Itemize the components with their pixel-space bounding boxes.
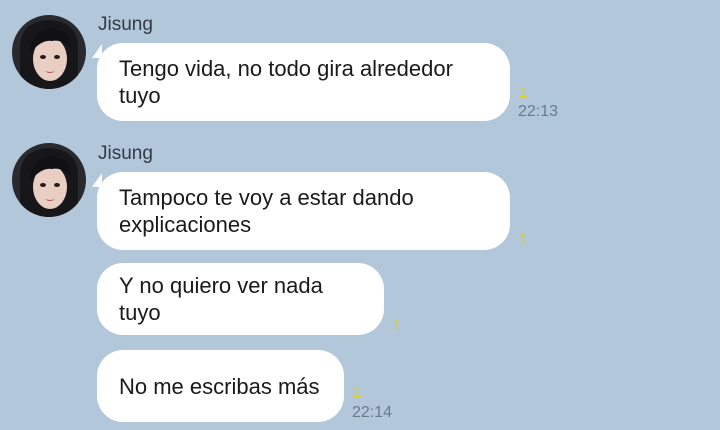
message-text: Tengo vida, no todo gira alrededor tuyo — [119, 56, 453, 108]
message-time: 22:13 — [518, 103, 559, 120]
message-time: 22:14 — [352, 404, 393, 421]
message-bubble[interactable]: Y no quiero ver nada tuyo — [97, 263, 384, 335]
message-bubble[interactable]: Tampoco te voy a estar dando explicacion… — [97, 172, 510, 250]
message-bubble[interactable]: No me escribas más — [97, 350, 344, 422]
message-text: Tampoco te voy a estar dando explicacion… — [119, 185, 414, 237]
message-text: Y no quiero ver nada tuyo — [119, 273, 323, 325]
read-indicator: 1 — [519, 84, 528, 101]
sender-name: Jisung — [98, 14, 153, 35]
read-indicator: 1 — [393, 317, 402, 334]
message-text: No me escribas más — [119, 373, 320, 399]
avatar[interactable] — [12, 143, 86, 217]
read-indicator: 1 — [519, 231, 528, 248]
avatar-image — [12, 15, 86, 89]
sender-name: Jisung — [98, 143, 153, 164]
message-bubble[interactable]: Tengo vida, no todo gira alrededor tuyo — [97, 43, 510, 121]
read-indicator: 1 — [353, 384, 362, 401]
avatar-image — [12, 143, 86, 217]
chat-area: Jisung Tengo vida, no todo gira alrededo… — [0, 0, 720, 430]
avatar[interactable] — [12, 15, 86, 89]
